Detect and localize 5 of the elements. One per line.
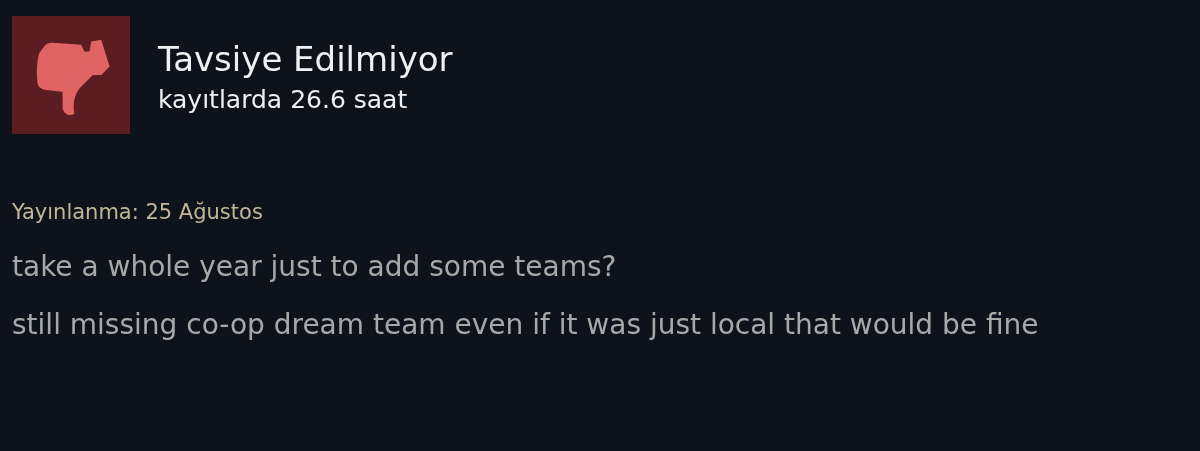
review-text: still missing co-op dream team even if it was just local that would be fine [12,307,1040,343]
playtime-text: kayıtlarda 26.6 saat [158,84,409,114]
review-text: take a whole year just to add some teams? [12,249,618,285]
posted-date: Yayınlanma: 25 Ağustos [12,200,264,224]
review-verdict: Tavsiye Edilmiyor [158,38,453,79]
